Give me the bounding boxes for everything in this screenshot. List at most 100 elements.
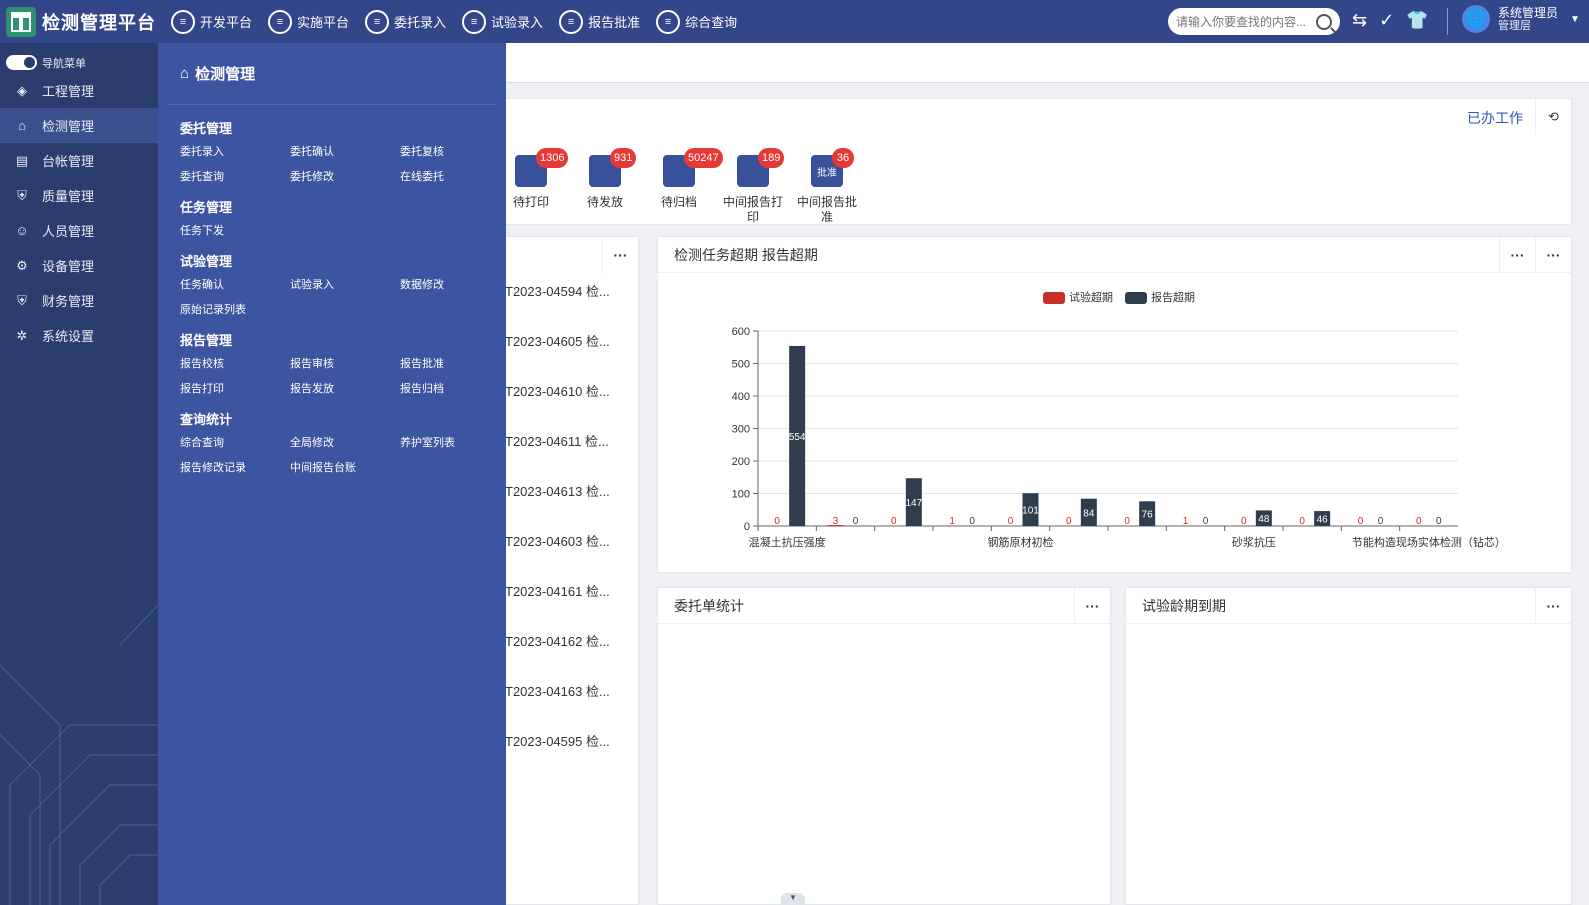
switch-icon[interactable]: ⇆ (1352, 10, 1367, 31)
flyout-group: 委托管理委托录入 委托确认 委托复核 委托查询 委托修改 在线委托 (168, 105, 496, 184)
x-tick-label: 混凝土抗压强度 (749, 535, 826, 549)
app-title: 检测管理平台 (42, 12, 156, 33)
commission-stats-title: 委托单统计 (658, 588, 1110, 624)
ledger-icon: ▤ (15, 152, 29, 168)
list-item[interactable]: T2023-04595 检... (505, 731, 610, 750)
topnav-item[interactable]: ≡ 综合查询 (656, 9, 738, 34)
topnav-item[interactable]: ≡ 报告批准 (559, 9, 640, 34)
sidebar-item-label: 财务管理 (42, 294, 95, 309)
sidebar-item-label: 工程管理 (42, 84, 95, 99)
search-input[interactable] (1176, 14, 1316, 29)
sidebar-item[interactable]: ▤ 台帐管理 (0, 143, 158, 178)
device-icon: ⚙ (16, 257, 28, 273)
list-item[interactable]: T2023-04163 检... (505, 681, 610, 700)
sidebar-item[interactable]: ☺ 人员管理 (0, 213, 158, 248)
shirt-icon[interactable]: 👕 (1406, 10, 1428, 31)
more-button[interactable]: ··· (1535, 237, 1571, 273)
more-button[interactable]: ··· (1499, 237, 1535, 273)
search-icon[interactable] (1316, 13, 1332, 30)
flyout-link[interactable]: 委托确认 (290, 143, 400, 159)
list-item[interactable]: T2023-04162 检... (505, 631, 610, 650)
toggle-switch[interactable] (6, 55, 37, 70)
y-tick-label: 0 (744, 521, 750, 533)
flyout-link[interactable]: 全局修改 (290, 434, 400, 450)
flyout-links: 委托录入 委托确认 委托复核 委托查询 委托修改 在线委托 (180, 143, 496, 184)
topnav-item[interactable]: ≡ 开发平台 (171, 9, 252, 34)
data-label: 76 (1142, 510, 1154, 521)
data-label: 0 (1124, 516, 1130, 527)
flyout-link[interactable]: 任务下发 (180, 222, 290, 238)
list-item[interactable]: T2023-04611 检... (505, 431, 609, 450)
flyout-link[interactable]: 任务确认 (180, 276, 290, 292)
flyout-link[interactable]: 试验录入 (290, 276, 400, 292)
flyout-group-title: 委托管理 (180, 121, 233, 136)
topnav-label: 综合查询 (685, 15, 738, 30)
list-item[interactable]: T2023-04161 检... (505, 581, 610, 600)
sidebar: 导航菜单 ◈ 工程管理 ⌂ 检测管理 ▤ 台帐管理 ⛨ 质量管理 ☺ 人员管理 ⚙ 设备管理 ⛨ 财务管理… (0, 43, 158, 905)
sidebar-item[interactable]: ⛨ 质量管理 (0, 178, 158, 213)
flyout-link[interactable]: 综合查询 (180, 434, 290, 450)
scroll-down-icon[interactable]: ▼ (781, 893, 805, 905)
flyout-link[interactable]: 在线委托 (400, 168, 510, 184)
flyout-link[interactable]: 委托查询 (180, 168, 290, 184)
flyout-link[interactable]: 报告归档 (400, 380, 510, 396)
sidebar-item[interactable]: ⛨ 财务管理 (0, 283, 158, 318)
flyout-link[interactable]: 养护室列表 (400, 434, 510, 450)
flyout-link[interactable]: 委托录入 (180, 143, 290, 159)
list-item[interactable]: T2023-04603 检... (505, 531, 610, 550)
sidebar-item[interactable]: ✲ 系统设置 (0, 318, 158, 353)
sidebar-item-label: 质量管理 (42, 189, 95, 204)
topnav-item[interactable]: ≡ 委托录入 (365, 9, 446, 34)
flyout-link[interactable]: 报告发放 (290, 380, 400, 396)
flyout-link[interactable]: 原始记录列表 (180, 301, 290, 317)
task-shortcut[interactable]: 50247 待归档 (642, 148, 723, 225)
sidebar-item[interactable]: ⚙ 设备管理 (0, 248, 158, 283)
more-button[interactable]: ··· (1535, 588, 1571, 624)
topnav-item[interactable]: ≡ 实施平台 (268, 9, 349, 34)
flyout-link[interactable]: 报告校核 (180, 355, 290, 371)
list-item[interactable]: T2023-04605 检... (505, 331, 610, 350)
flyout-group-title: 查询统计 (180, 412, 233, 427)
flyout-link[interactable]: 数据修改 (400, 276, 510, 292)
task-shortcut[interactable]: 189 中间报告打印 (716, 148, 790, 225)
search-box[interactable] (1168, 8, 1340, 35)
topnav-item[interactable]: ≡ 试验录入 (462, 9, 543, 34)
list-item[interactable]: T2023-04610 检... (505, 381, 610, 400)
flyout-link[interactable]: 委托修改 (290, 168, 400, 184)
chevron-down-icon[interactable]: ▼ (1570, 14, 1580, 25)
list-item[interactable]: T2023-04613 检... (505, 481, 610, 500)
flyout-link[interactable]: 报告打印 (180, 380, 290, 396)
more-button[interactable]: ··· (1074, 588, 1110, 624)
data-label: 0 (853, 516, 859, 527)
done-work-link[interactable]: 已办工作 (1467, 108, 1523, 128)
flyout-link[interactable]: 报告批准 (400, 355, 510, 371)
more-button[interactable]: ··· (602, 237, 638, 273)
app-logo[interactable]: 检测管理平台 (0, 0, 157, 43)
check-circle-icon[interactable]: ✓ (1379, 10, 1394, 31)
list-item[interactable]: T2023-04594 检... (505, 281, 610, 300)
flyout-link[interactable]: 报告审核 (290, 355, 400, 371)
menu-list-icon: ≡ (268, 9, 293, 34)
y-tick-label: 600 (732, 326, 750, 338)
data-label: 1 (1183, 516, 1189, 527)
y-tick-label: 300 (732, 424, 750, 436)
user-menu[interactable]: 🌐 系统管理员 管理层 ▼ (1462, 5, 1580, 33)
flyout-link[interactable]: 委托复核 (400, 143, 510, 159)
shield-icon: ⛨ (17, 187, 27, 203)
task-label: 中间报告批准 (796, 195, 857, 224)
refresh-icon[interactable]: ⟲ (1535, 99, 1571, 135)
data-label: 48 (1258, 514, 1270, 525)
toolbar-icons: ⇆ ✓ 👕 (1352, 10, 1429, 31)
data-label: 0 (1378, 516, 1384, 527)
flyout-link[interactable]: 中间报告台账 (290, 459, 400, 475)
sidebar-item[interactable]: ◈ 工程管理 (0, 73, 158, 108)
task-shortcut[interactable]: 批准 36 中间报告批准 (790, 148, 864, 225)
nav-toggle[interactable]: 导航菜单 (0, 43, 158, 73)
data-label: 0 (1416, 516, 1422, 527)
user-name: 系统管理员 (1498, 5, 1559, 20)
task-shortcut[interactable]: 931 待发放 (568, 148, 642, 225)
sidebar-item-label: 设备管理 (42, 259, 95, 274)
data-label: 0 (1436, 516, 1442, 527)
flyout-link[interactable]: 报告修改记录 (180, 459, 290, 475)
sidebar-item[interactable]: ⌂ 检测管理 (0, 108, 158, 143)
